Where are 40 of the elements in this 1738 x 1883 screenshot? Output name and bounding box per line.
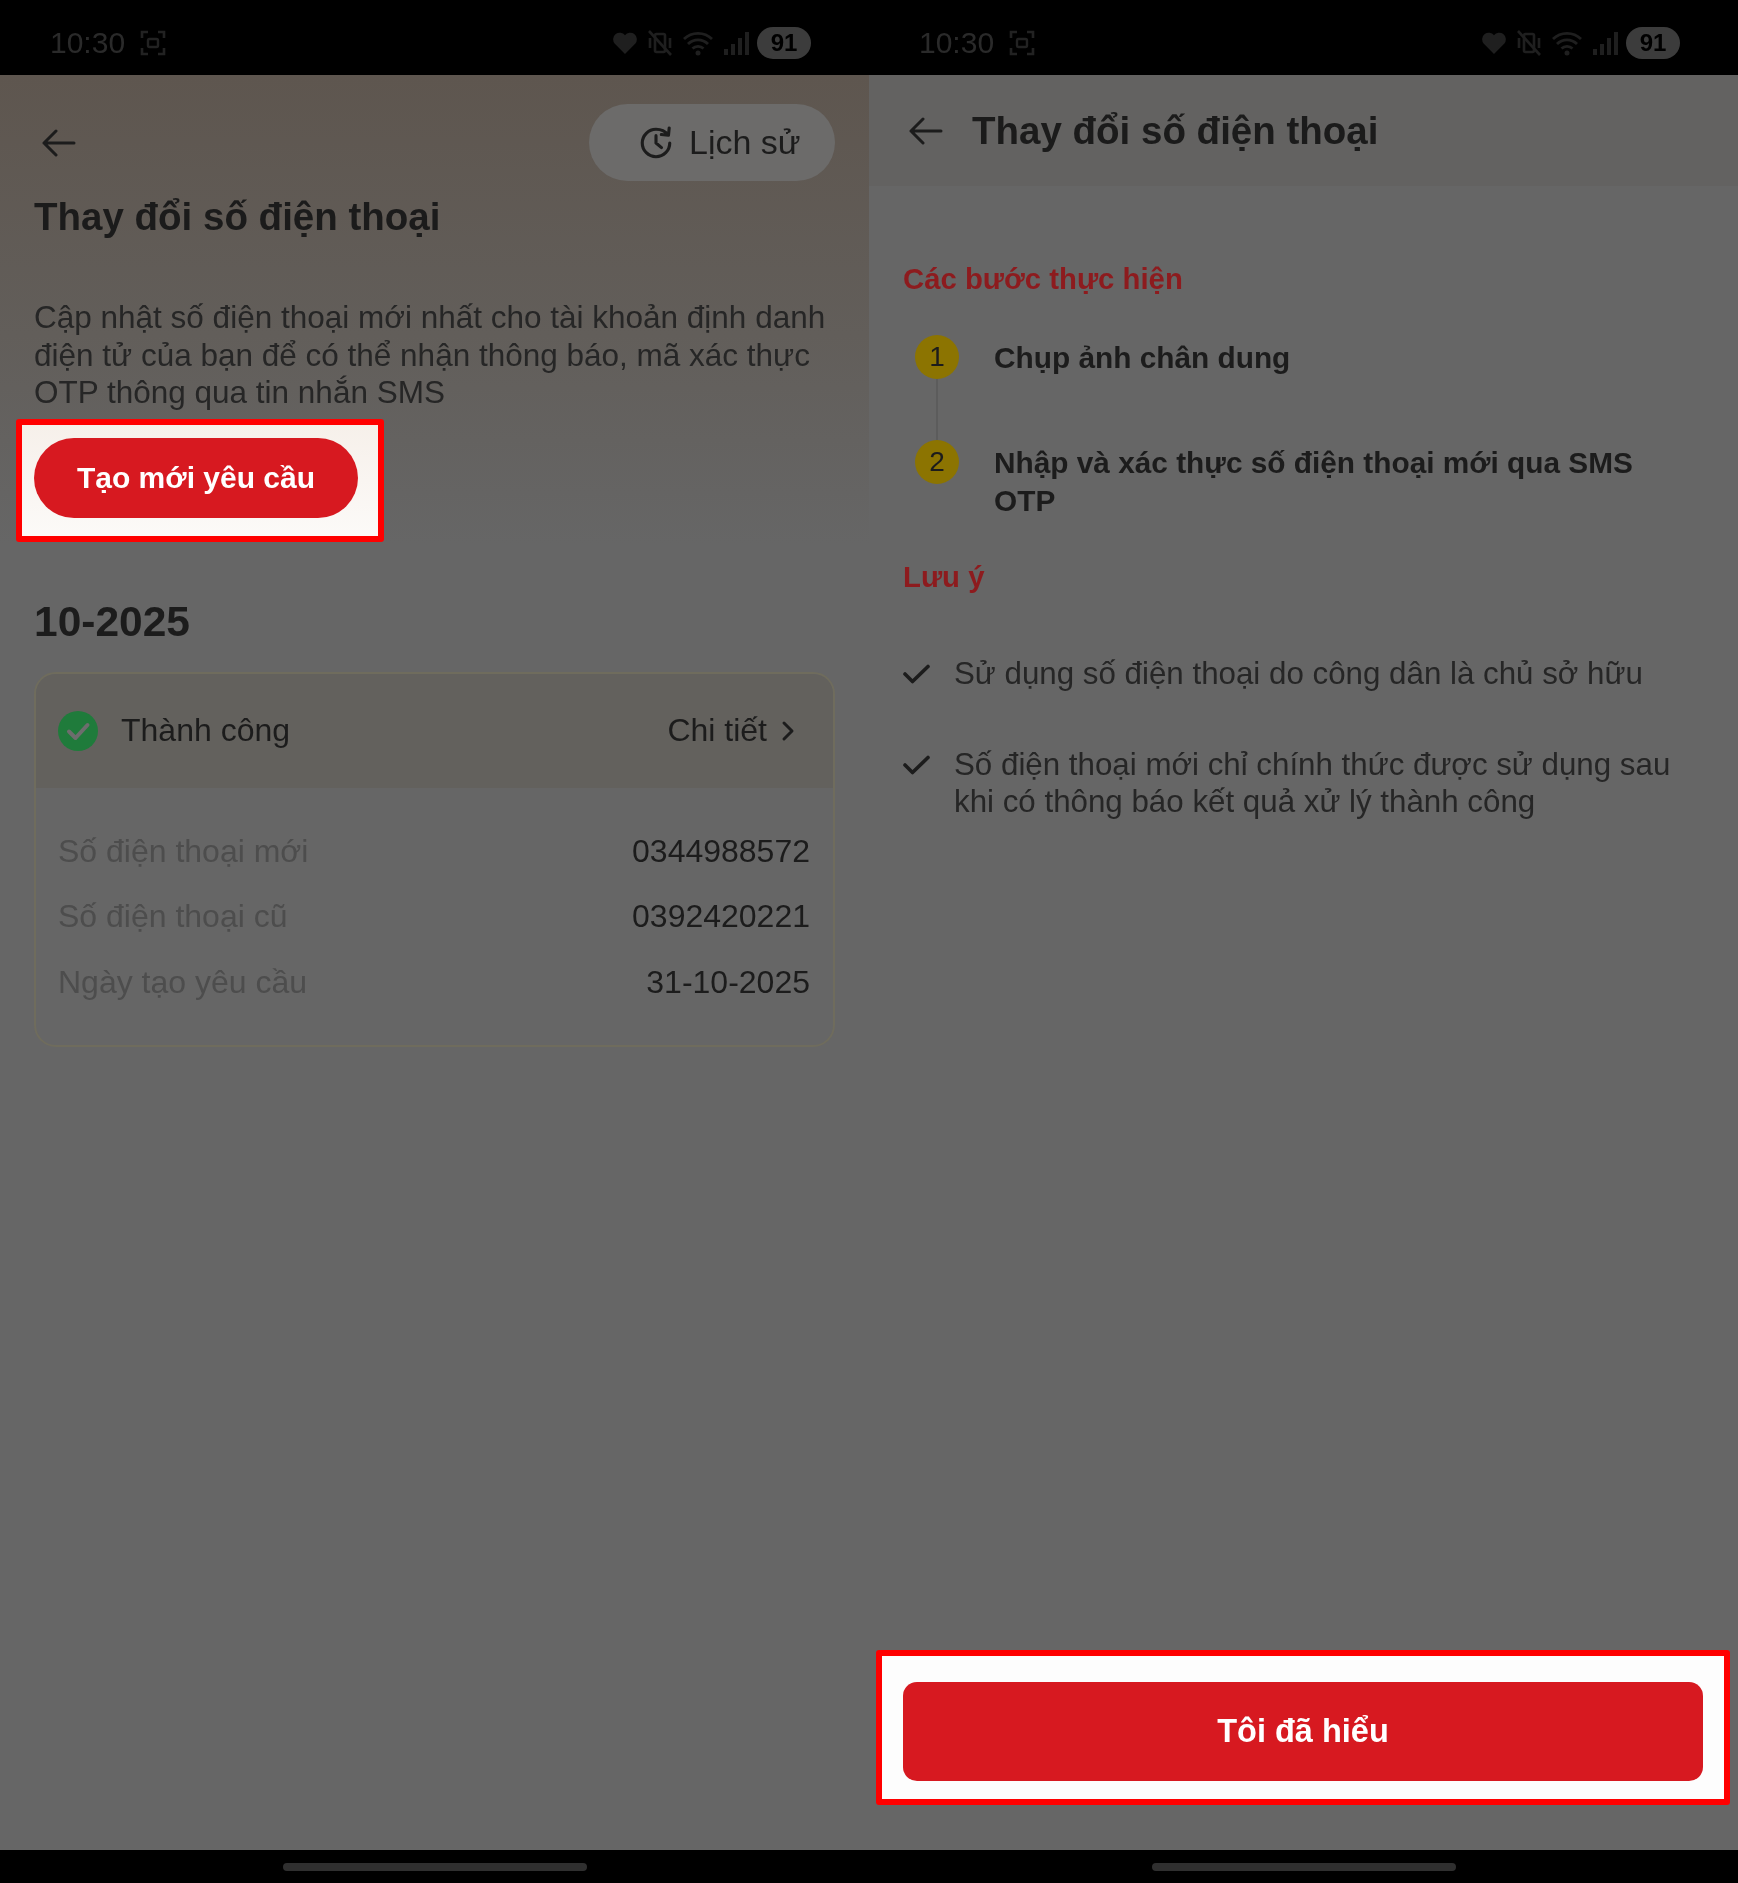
vibrate-off-icon <box>1516 28 1542 57</box>
back-arrow-icon[interactable] <box>42 127 76 158</box>
check-icon <box>903 755 930 775</box>
field-value: 0344988572 <box>632 832 810 870</box>
section-heading: Lưu ý <box>903 559 986 595</box>
wifi-icon <box>682 29 714 56</box>
step-number: 1 <box>915 335 959 379</box>
battery-indicator: 91 <box>757 26 811 59</box>
history-button[interactable]: Lịch sử <box>589 104 835 181</box>
confirm-button[interactable]: Tôi đã hiểu <box>903 1682 1703 1781</box>
section-heading: Các bước thực hiện <box>903 261 1184 297</box>
success-icon <box>58 710 98 751</box>
detail-link[interactable]: Chi tiết <box>667 712 795 749</box>
field-value: 0392420221 <box>632 898 810 936</box>
note-text: Sử dụng số điện thoại do công dân là chủ sở hữu <box>954 655 1644 692</box>
page-title: Thay đổi số điện thoại <box>34 195 442 239</box>
check-icon <box>903 664 930 684</box>
step-number: 2 <box>915 440 959 484</box>
vibrate-off-icon <box>647 28 673 57</box>
home-indicator[interactable] <box>282 1862 587 1871</box>
signal-icon <box>1592 29 1620 56</box>
battery-indicator: 91 <box>1626 26 1680 59</box>
step-text: Nhập và xác thực số điện thoại mới qua SMS OTP <box>994 445 1634 519</box>
home-indicator[interactable] <box>1151 1862 1456 1871</box>
month-heading: 10-2025 <box>34 598 191 645</box>
screen-title: Thay đổi số điện thoại <box>972 108 1379 153</box>
signal-icon <box>723 29 751 56</box>
screenshot-icon <box>1008 28 1037 57</box>
heart-icon <box>612 30 638 55</box>
back-arrow-icon[interactable] <box>909 115 943 146</box>
status-text: Thành công <box>121 712 291 749</box>
wifi-icon <box>1551 29 1583 56</box>
heart-icon <box>1481 30 1507 55</box>
screenshot-icon <box>139 28 168 57</box>
description-text: Cập nhật số điện thoại mới nhất cho tài khoản định danh điện tử của bạn để có thể nhận thông báo, mã xác thực OTP thông qua tin nhắn SMS <box>34 299 827 412</box>
create-request-button[interactable]: Tạo mới yêu cầu <box>34 437 358 518</box>
note-text: Số điện thoại mới chỉ chính thức được sử dụng sau khi có thông báo kết quả xử lý thành công <box>954 746 1672 820</box>
step-text: Chụp ảnh chân dung <box>994 340 1292 376</box>
field-value: 31-10-2025 <box>646 963 810 1001</box>
chevron-icon <box>781 719 795 742</box>
